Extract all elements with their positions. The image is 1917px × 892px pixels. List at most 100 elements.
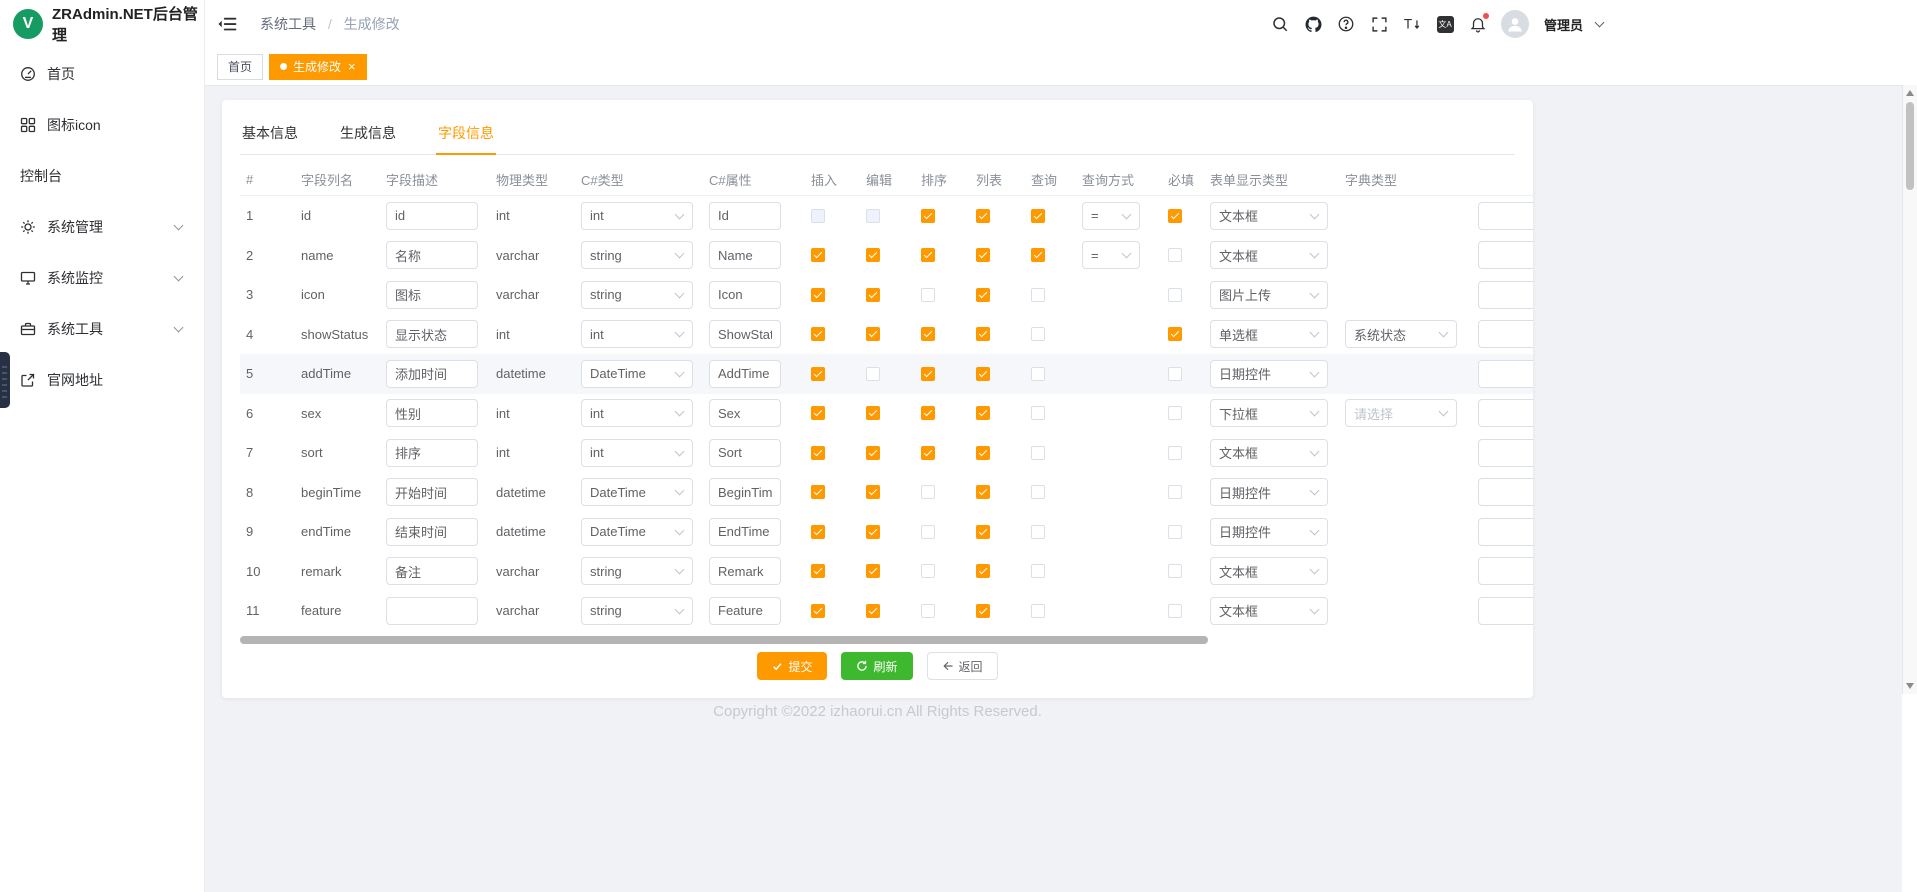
sidebar-item-system-management[interactable]: 系统管理 bbox=[0, 201, 204, 252]
display-type-select[interactable]: 图片上传 bbox=[1210, 281, 1328, 309]
checkbox-insert[interactable] bbox=[811, 604, 825, 618]
query-type-select[interactable]: = bbox=[1082, 241, 1140, 269]
display-type-select[interactable]: 文本框 bbox=[1210, 241, 1328, 269]
language-icon[interactable]: 文A bbox=[1435, 14, 1455, 34]
checkbox-list[interactable] bbox=[976, 248, 990, 262]
checkbox-insert[interactable] bbox=[811, 564, 825, 578]
checkbox-query[interactable] bbox=[1031, 209, 1045, 223]
checkbox-edit[interactable] bbox=[866, 288, 880, 302]
checkbox-list[interactable] bbox=[976, 209, 990, 223]
checkbox-insert[interactable] bbox=[811, 288, 825, 302]
csprop-input[interactable] bbox=[709, 557, 781, 585]
checkbox-required[interactable] bbox=[1168, 525, 1182, 539]
desc-input[interactable] bbox=[386, 360, 478, 388]
csprop-input[interactable] bbox=[709, 320, 781, 348]
checkbox-required[interactable] bbox=[1168, 604, 1182, 618]
checkbox-query[interactable] bbox=[1031, 446, 1045, 460]
checkbox-sort[interactable] bbox=[921, 604, 935, 618]
sidebar-item-system-tools[interactable]: 系统工具 bbox=[0, 303, 204, 354]
checkbox-sort[interactable] bbox=[921, 446, 935, 460]
github-icon[interactable] bbox=[1303, 14, 1323, 34]
cstype-select[interactable]: DateTime bbox=[581, 478, 693, 506]
csprop-input[interactable] bbox=[709, 597, 781, 625]
search-icon[interactable] bbox=[1270, 14, 1290, 34]
checkbox-insert[interactable] bbox=[811, 248, 825, 262]
cstype-select[interactable]: string bbox=[581, 557, 693, 585]
csprop-input[interactable] bbox=[709, 281, 781, 309]
desc-input[interactable] bbox=[386, 241, 478, 269]
checkbox-query[interactable] bbox=[1031, 525, 1045, 539]
fullscreen-icon[interactable] bbox=[1369, 14, 1389, 34]
checkbox-insert[interactable] bbox=[811, 209, 825, 223]
checkbox-insert[interactable] bbox=[811, 327, 825, 341]
checkbox-required[interactable] bbox=[1168, 327, 1182, 341]
sidebar-item-home[interactable]: 首页 bbox=[0, 48, 204, 99]
checkbox-list[interactable] bbox=[976, 367, 990, 381]
extra-input[interactable] bbox=[1478, 281, 1533, 309]
display-type-select[interactable]: 单选框 bbox=[1210, 320, 1328, 348]
checkbox-insert[interactable] bbox=[811, 446, 825, 460]
desc-input[interactable] bbox=[386, 439, 478, 467]
checkbox-sort[interactable] bbox=[921, 288, 935, 302]
cstype-select[interactable]: int bbox=[581, 399, 693, 427]
checkbox-edit[interactable] bbox=[866, 604, 880, 618]
cstype-select[interactable]: int bbox=[581, 320, 693, 348]
checkbox-required[interactable] bbox=[1168, 446, 1182, 460]
tab-basic-info[interactable]: 基本信息 bbox=[240, 112, 300, 154]
csprop-input[interactable] bbox=[709, 360, 781, 388]
user-menu[interactable]: 管理员 bbox=[1544, 15, 1583, 34]
bell-icon[interactable] bbox=[1468, 14, 1488, 34]
sidebar-item-official-site[interactable]: 官网地址 bbox=[0, 354, 204, 405]
checkbox-sort[interactable] bbox=[921, 367, 935, 381]
extra-input[interactable] bbox=[1478, 439, 1533, 467]
display-type-select[interactable]: 日期控件 bbox=[1210, 478, 1328, 506]
extra-input[interactable] bbox=[1478, 241, 1533, 269]
checkbox-edit[interactable] bbox=[866, 248, 880, 262]
checkbox-edit[interactable] bbox=[866, 209, 880, 223]
tag-home[interactable]: 首页 bbox=[217, 54, 263, 80]
vertical-scrollbar[interactable] bbox=[1902, 85, 1917, 694]
chevron-down-icon[interactable] bbox=[1595, 18, 1605, 28]
checkbox-insert[interactable] bbox=[811, 525, 825, 539]
desc-input[interactable] bbox=[386, 202, 478, 230]
checkbox-sort[interactable] bbox=[921, 248, 935, 262]
checkbox-edit[interactable] bbox=[866, 327, 880, 341]
close-icon[interactable]: × bbox=[348, 60, 356, 73]
checkbox-edit[interactable] bbox=[866, 367, 880, 381]
checkbox-sort[interactable] bbox=[921, 327, 935, 341]
dict-type-select[interactable]: 系统状态 bbox=[1345, 320, 1457, 348]
settings-drawer-handle[interactable] bbox=[0, 352, 10, 408]
display-type-select[interactable]: 文本框 bbox=[1210, 439, 1328, 467]
extra-input[interactable] bbox=[1478, 557, 1533, 585]
checkbox-edit[interactable] bbox=[866, 525, 880, 539]
display-type-select[interactable]: 文本框 bbox=[1210, 597, 1328, 625]
tag-generate-edit[interactable]: 生成修改 × bbox=[269, 54, 367, 80]
extra-input[interactable] bbox=[1478, 399, 1533, 427]
dict-type-select[interactable]: 请选择 bbox=[1345, 399, 1457, 427]
csprop-input[interactable] bbox=[709, 478, 781, 506]
extra-input[interactable] bbox=[1478, 320, 1533, 348]
checkbox-query[interactable] bbox=[1031, 485, 1045, 499]
cstype-select[interactable]: string bbox=[581, 281, 693, 309]
help-icon[interactable] bbox=[1336, 14, 1356, 34]
checkbox-query[interactable] bbox=[1031, 367, 1045, 381]
csprop-input[interactable] bbox=[709, 399, 781, 427]
checkbox-query[interactable] bbox=[1031, 604, 1045, 618]
cstype-select[interactable]: int bbox=[581, 439, 693, 467]
display-type-select[interactable]: 日期控件 bbox=[1210, 360, 1328, 388]
desc-input[interactable] bbox=[386, 557, 478, 585]
checkbox-edit[interactable] bbox=[866, 446, 880, 460]
breadcrumb-item[interactable]: 系统工具 bbox=[260, 16, 316, 32]
desc-input[interactable] bbox=[386, 281, 478, 309]
cstype-select[interactable]: int bbox=[581, 202, 693, 230]
checkbox-required[interactable] bbox=[1168, 248, 1182, 262]
sidebar-item-console[interactable]: 控制台 bbox=[0, 150, 204, 201]
desc-input[interactable] bbox=[386, 399, 478, 427]
submit-button[interactable]: 提交 bbox=[757, 652, 827, 680]
sidebar-item-system-monitor[interactable]: 系统监控 bbox=[0, 252, 204, 303]
checkbox-required[interactable] bbox=[1168, 485, 1182, 499]
csprop-input[interactable] bbox=[709, 518, 781, 546]
display-type-select[interactable]: 日期控件 bbox=[1210, 518, 1328, 546]
checkbox-insert[interactable] bbox=[811, 367, 825, 381]
checkbox-query[interactable] bbox=[1031, 327, 1045, 341]
